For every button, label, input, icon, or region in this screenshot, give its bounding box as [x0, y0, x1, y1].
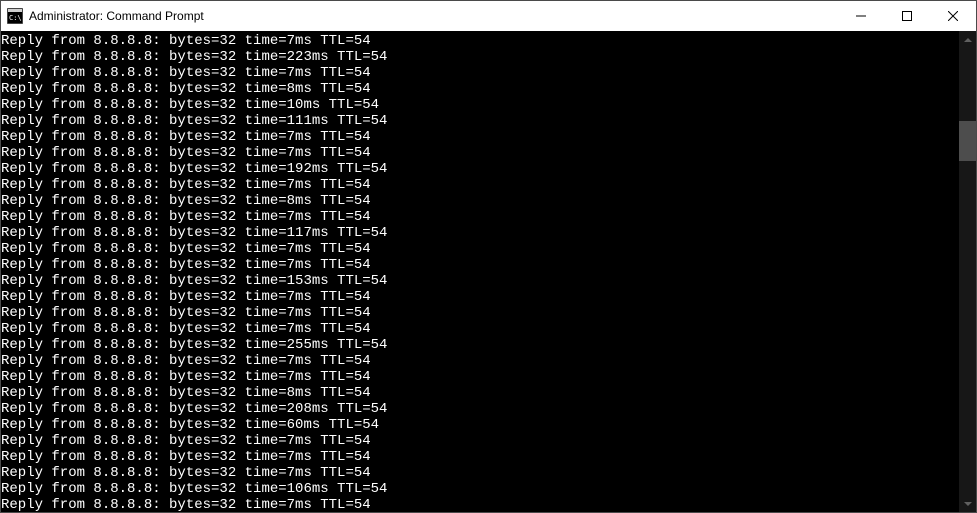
ping-reply-line: Reply from 8.8.8.8: bytes=32 time=7ms TT… [1, 465, 959, 481]
titlebar[interactable]: C:\ Administrator: Command Prompt [1, 1, 976, 31]
ping-reply-line: Reply from 8.8.8.8: bytes=32 time=7ms TT… [1, 65, 959, 81]
ping-reply-line: Reply from 8.8.8.8: bytes=32 time=7ms TT… [1, 33, 959, 49]
ping-reply-line: Reply from 8.8.8.8: bytes=32 time=7ms TT… [1, 369, 959, 385]
ping-reply-line: Reply from 8.8.8.8: bytes=32 time=192ms … [1, 161, 959, 177]
ping-reply-line: Reply from 8.8.8.8: bytes=32 time=7ms TT… [1, 497, 959, 512]
minimize-button[interactable] [838, 1, 884, 31]
terminal-output[interactable]: Reply from 8.8.8.8: bytes=32 time=7ms TT… [1, 31, 959, 512]
ping-reply-line: Reply from 8.8.8.8: bytes=32 time=60ms T… [1, 417, 959, 433]
ping-reply-line: Reply from 8.8.8.8: bytes=32 time=7ms TT… [1, 305, 959, 321]
ping-reply-line: Reply from 8.8.8.8: bytes=32 time=7ms TT… [1, 177, 959, 193]
ping-reply-line: Reply from 8.8.8.8: bytes=32 time=106ms … [1, 481, 959, 497]
ping-reply-line: Reply from 8.8.8.8: bytes=32 time=7ms TT… [1, 129, 959, 145]
window-title: Administrator: Command Prompt [29, 9, 838, 23]
ping-reply-line: Reply from 8.8.8.8: bytes=32 time=8ms TT… [1, 193, 959, 209]
ping-reply-line: Reply from 8.8.8.8: bytes=32 time=7ms TT… [1, 145, 959, 161]
maximize-button[interactable] [884, 1, 930, 31]
scrollbar-thumb[interactable] [959, 121, 976, 161]
ping-reply-line: Reply from 8.8.8.8: bytes=32 time=223ms … [1, 49, 959, 65]
ping-reply-line: Reply from 8.8.8.8: bytes=32 time=8ms TT… [1, 81, 959, 97]
ping-reply-line: Reply from 8.8.8.8: bytes=32 time=111ms … [1, 113, 959, 129]
cmd-icon: C:\ [7, 8, 23, 24]
command-prompt-window: C:\ Administrator: Command Prompt Reply … [0, 0, 977, 513]
scrollbar-down-button[interactable] [959, 495, 976, 512]
ping-reply-line: Reply from 8.8.8.8: bytes=32 time=7ms TT… [1, 433, 959, 449]
ping-reply-line: Reply from 8.8.8.8: bytes=32 time=7ms TT… [1, 449, 959, 465]
ping-reply-line: Reply from 8.8.8.8: bytes=32 time=7ms TT… [1, 353, 959, 369]
ping-reply-line: Reply from 8.8.8.8: bytes=32 time=8ms TT… [1, 385, 959, 401]
ping-reply-line: Reply from 8.8.8.8: bytes=32 time=7ms TT… [1, 209, 959, 225]
close-button[interactable] [930, 1, 976, 31]
chevron-down-icon [964, 502, 972, 506]
ping-reply-line: Reply from 8.8.8.8: bytes=32 time=7ms TT… [1, 257, 959, 273]
ping-reply-line: Reply from 8.8.8.8: bytes=32 time=153ms … [1, 273, 959, 289]
ping-reply-line: Reply from 8.8.8.8: bytes=32 time=255ms … [1, 337, 959, 353]
scrollbar-track[interactable] [959, 31, 976, 512]
ping-reply-line: Reply from 8.8.8.8: bytes=32 time=10ms T… [1, 97, 959, 113]
terminal-area: Reply from 8.8.8.8: bytes=32 time=7ms TT… [1, 31, 976, 512]
scrollbar-up-button[interactable] [959, 31, 976, 48]
ping-reply-line: Reply from 8.8.8.8: bytes=32 time=7ms TT… [1, 289, 959, 305]
ping-reply-line: Reply from 8.8.8.8: bytes=32 time=7ms TT… [1, 241, 959, 257]
ping-reply-line: Reply from 8.8.8.8: bytes=32 time=117ms … [1, 225, 959, 241]
ping-reply-line: Reply from 8.8.8.8: bytes=32 time=7ms TT… [1, 321, 959, 337]
chevron-up-icon [964, 38, 972, 42]
window-controls [838, 1, 976, 31]
svg-text:C:\: C:\ [9, 14, 22, 22]
ping-reply-line: Reply from 8.8.8.8: bytes=32 time=208ms … [1, 401, 959, 417]
